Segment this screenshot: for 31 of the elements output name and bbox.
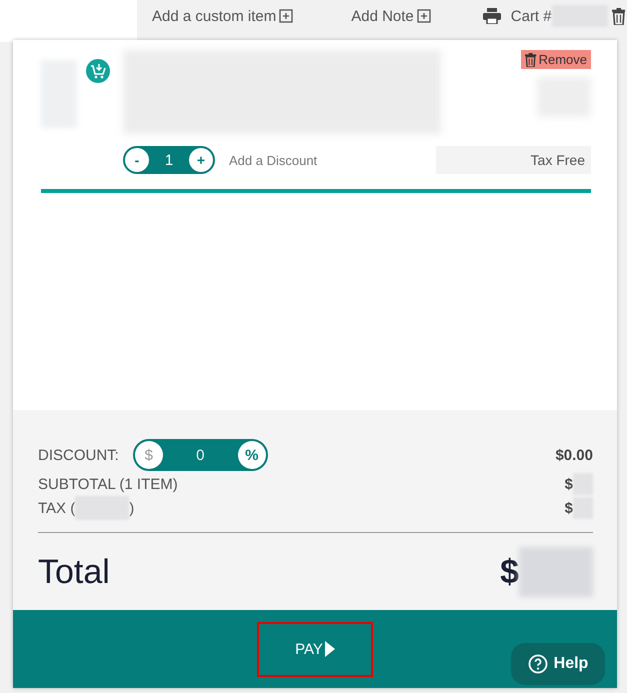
trash-icon bbox=[612, 8, 626, 24]
tax-label-end: ) bbox=[129, 500, 134, 516]
printer-icon[interactable] bbox=[482, 8, 501, 24]
discount-amount: $0.00 bbox=[555, 446, 593, 464]
help-icon bbox=[528, 654, 548, 674]
subtotal-label: SUBTOTAL (1 ITEM) bbox=[38, 476, 178, 492]
toolbar-link[interactable]: Add a custom item bbox=[152, 8, 294, 24]
dollar-mode-button[interactable]: $ bbox=[134, 441, 163, 469]
plus-box-icon bbox=[279, 9, 294, 23]
discount-value: 0 bbox=[196, 446, 205, 464]
increment-button[interactable]: + bbox=[189, 148, 213, 172]
currency-sign: $ bbox=[500, 552, 519, 592]
tax-label: TAX ( bbox=[38, 500, 76, 516]
total-label: Total bbox=[38, 552, 110, 592]
pay-button[interactable]: PAY bbox=[257, 622, 373, 676]
trash-icon bbox=[525, 52, 537, 66]
add-discount-link[interactable]: Add a Discount bbox=[229, 152, 318, 168]
remove-button[interactable]: Remove bbox=[521, 50, 591, 69]
currency-sign: $ bbox=[564, 476, 573, 492]
plus-box-icon bbox=[416, 9, 431, 23]
toolbar-link[interactable]: Add Note bbox=[351, 8, 431, 24]
currency-sign: $ bbox=[564, 500, 573, 516]
decrement-button[interactable]: - bbox=[125, 148, 149, 172]
play-icon bbox=[324, 641, 335, 657]
tax-field[interactable]: Tax Free bbox=[436, 146, 591, 174]
cart-download-icon bbox=[85, 58, 111, 84]
cart-number: Cart # bbox=[510, 8, 552, 24]
discount-label: DISCOUNT: bbox=[38, 446, 119, 464]
percent-mode-button[interactable]: % bbox=[238, 441, 266, 469]
help-button[interactable]: Help bbox=[511, 643, 605, 685]
quantity-value: 1 bbox=[164, 152, 174, 168]
